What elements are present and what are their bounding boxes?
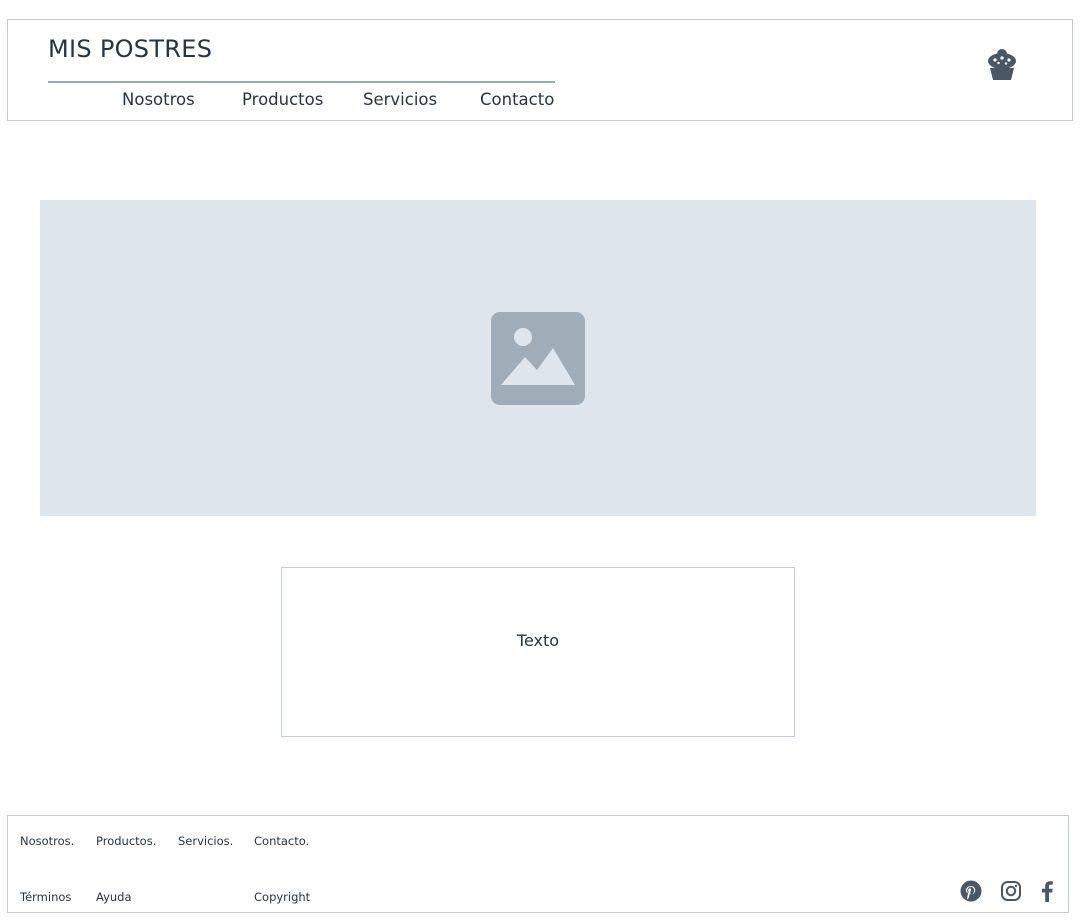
instagram-icon <box>1001 881 1021 901</box>
pinterest-link[interactable] <box>959 879 983 903</box>
brand-divider <box>48 81 555 83</box>
footer-link-nosotros[interactable]: Nosotros. <box>20 834 74 848</box>
nav-item-contacto[interactable]: Contacto <box>480 90 554 109</box>
text-box: Texto <box>281 567 795 737</box>
cupcake-icon <box>988 49 1016 80</box>
nav-item-nosotros[interactable]: Nosotros <box>122 90 195 109</box>
image-placeholder-icon <box>491 311 585 405</box>
cupcake-button[interactable] <box>984 48 1020 84</box>
nav-item-servicios[interactable]: Servicios <box>363 90 437 109</box>
brand-title[interactable]: MIS POSTRES <box>48 35 212 63</box>
hero-image <box>40 200 1036 516</box>
pinterest-icon <box>960 880 982 902</box>
site-header: MIS POSTRES Nosotros Productos Servicios… <box>7 19 1073 121</box>
site-footer: Nosotros. Productos. Servicios. Contacto… <box>7 815 1069 913</box>
footer-link-productos[interactable]: Productos. <box>96 834 156 848</box>
footer-link-servicios[interactable]: Servicios. <box>178 834 233 848</box>
nav-item-productos[interactable]: Productos <box>242 90 323 109</box>
footer-link-terminos[interactable]: Términos <box>20 890 71 904</box>
facebook-link[interactable] <box>1035 879 1059 903</box>
footer-link-copyright[interactable]: Copyright <box>254 890 310 904</box>
footer-link-ayuda[interactable]: Ayuda <box>96 890 132 904</box>
facebook-icon <box>1042 881 1053 902</box>
footer-link-contacto[interactable]: Contacto. <box>254 834 309 848</box>
content-text: Texto <box>516 630 560 650</box>
instagram-link[interactable] <box>999 879 1023 903</box>
main-nav: Nosotros Productos Servicios Contacto <box>8 90 608 114</box>
